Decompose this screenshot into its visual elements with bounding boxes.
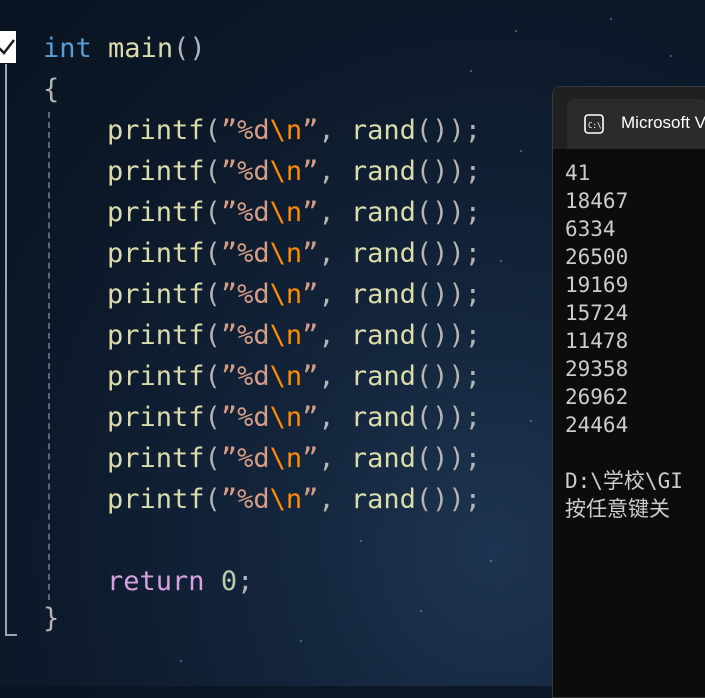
return-statement[interactable]: return 0; — [43, 561, 253, 602]
output-line: 26500 — [565, 245, 629, 269]
code-editor[interactable]: int main() { printf(”%d\n”, rand()); pri… — [0, 0, 560, 686]
return-value: 0 — [220, 566, 238, 597]
fold-guide — [5, 64, 7, 636]
output-line: 41 — [565, 161, 591, 185]
type-keyword: int — [43, 33, 92, 64]
function-name: main — [108, 33, 174, 64]
signature-parens: () — [173, 33, 206, 64]
code-line-printf[interactable]: printf(”%d\n”, rand()); — [43, 192, 481, 233]
output-line: 29358 — [565, 357, 629, 381]
code-line-printf[interactable]: printf(”%d\n”, rand()); — [43, 110, 481, 151]
terminal-tab[interactable]: C:\ Microsoft V — [567, 99, 705, 149]
code-line-printf[interactable]: printf(”%d\n”, rand()); — [43, 397, 481, 438]
return-keyword: return — [107, 566, 205, 597]
svg-text:C:\: C:\ — [588, 121, 602, 130]
code-line-printf[interactable]: printf(”%d\n”, rand()); — [43, 274, 481, 315]
output-line: 26962 — [565, 385, 629, 409]
terminal-window[interactable]: C:\ Microsoft V 41 18467 6334 26500 19169 157… — [552, 86, 705, 698]
output-line: 6334 — [565, 217, 616, 241]
output-line: 11478 — [565, 329, 629, 353]
open-brace[interactable]: { — [43, 69, 59, 110]
function-signature[interactable]: int main() — [43, 28, 206, 69]
press-any-key-line: 按任意键关 — [565, 497, 670, 521]
terminal-tab-title: Microsoft V — [621, 113, 705, 132]
code-line-printf[interactable]: printf(”%d\n”, rand()); — [43, 479, 481, 520]
terminal-output[interactable]: 41 18467 6334 26500 19169 15724 11478 29358 2696… — [565, 159, 683, 523]
code-line-printf[interactable]: printf(”%d\n”, rand()); — [43, 315, 481, 356]
path-line: D:\学校\GI — [565, 469, 683, 493]
code-line-printf[interactable]: printf(”%d\n”, rand()); — [43, 356, 481, 397]
close-brace[interactable]: } — [43, 598, 59, 639]
output-line: 19169 — [565, 273, 629, 297]
output-line: 15724 — [565, 301, 629, 325]
code-line-printf[interactable]: printf(”%d\n”, rand()); — [43, 233, 481, 274]
terminal-app-icon: C:\ — [584, 114, 604, 134]
output-line: 24464 — [565, 413, 629, 437]
fold-guide-end — [5, 634, 17, 636]
code-line-printf[interactable]: printf(”%d\n”, rand()); — [43, 438, 481, 479]
code-line-printf[interactable]: printf(”%d\n”, rand()); — [43, 151, 481, 192]
checkbox-icon[interactable] — [0, 31, 16, 63]
terminal-tab-bar: C:\ Microsoft V — [553, 87, 705, 149]
output-line: 18467 — [565, 189, 629, 213]
